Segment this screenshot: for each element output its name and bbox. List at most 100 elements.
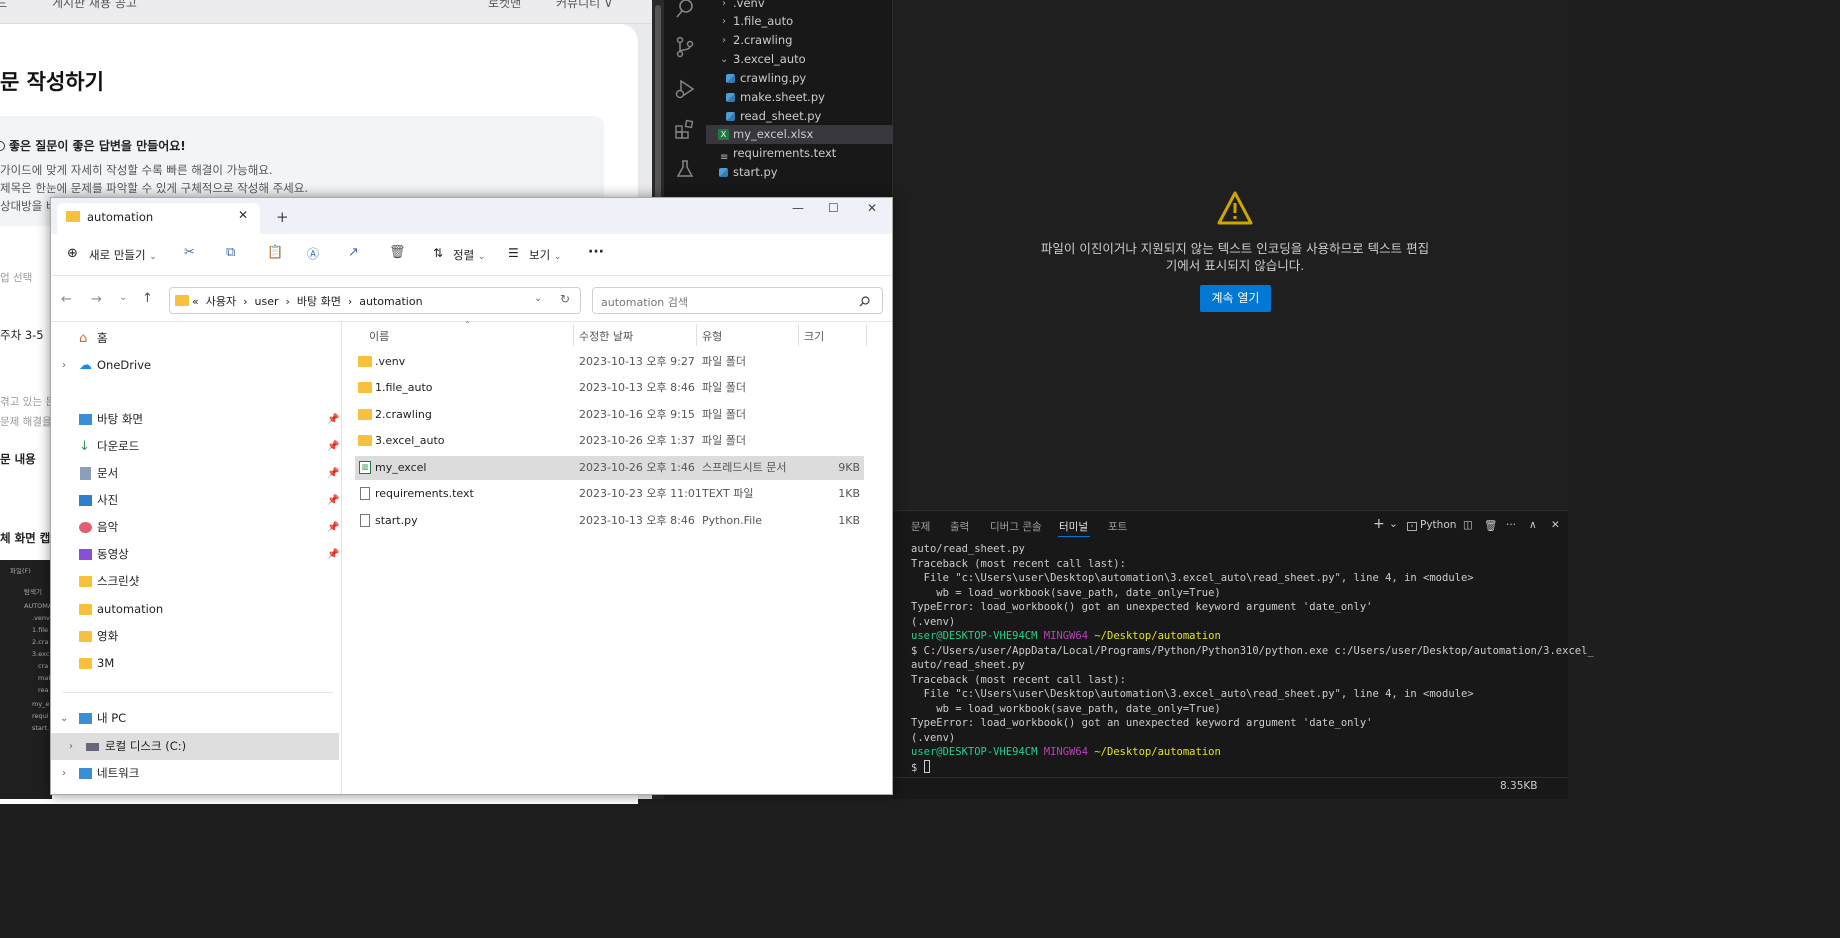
close-tab-icon[interactable]: ✕ [238,208,248,222]
run-debug-icon[interactable] [674,78,696,100]
tree-file-my-excel[interactable]: Xmy_excel.xlsx [706,125,893,144]
nav-item-3m[interactable]: 3M [51,650,339,677]
cut-icon[interactable]: ✂ [184,245,195,260]
rename-icon[interactable]: Ⓐ [307,245,319,262]
back-arrow-icon[interactable]: ← [61,292,72,307]
breadcrumb-overflow[interactable]: « [192,295,199,308]
column-separator[interactable] [866,324,867,346]
nav-item-home[interactable]: ⌂ 홈 [51,325,339,352]
pin-icon: 📌 [327,522,340,533]
download-icon: ↓ [79,439,90,454]
up-arrow-icon[interactable]: ↑ [142,291,153,306]
search-icon[interactable] [859,296,870,307]
file-row[interactable]: .venv 2023-10-13 오후 9:27 파일 폴더 [355,350,864,374]
tree-file-requirements[interactable]: ≡ requirements.text [706,144,893,163]
breadcrumb-item[interactable]: 바탕 화면 [297,295,341,308]
tree-file-make-sheet-py[interactable]: make.sheet.py [706,88,893,107]
nav-item-music[interactable]: 음악 📌 [51,514,339,541]
panel-tab-ports[interactable]: 포트 [1108,519,1127,534]
file-size-indicator: 8.35KB [1500,780,1538,792]
tree-folder-crawling[interactable]: › 2.crawling [706,31,893,50]
recent-chevron-icon[interactable]: ⌄ [119,292,127,303]
search-box[interactable]: automation 검색 [592,287,883,314]
close-panel-icon[interactable]: ✕ [1551,519,1560,531]
file-row[interactable]: 3.excel_auto 2023-10-26 오후 1:37 파일 폴더 [355,429,864,453]
column-separator[interactable] [573,324,574,346]
refresh-icon[interactable]: ↻ [560,292,570,306]
tree-file-crawling-py[interactable]: crawling.py [706,69,893,88]
sort-button[interactable]: 정렬 ⌄ [453,247,485,263]
more-options-icon[interactable]: ··· [588,244,604,260]
tree-folder-file-auto[interactable]: › 1.file_auto [706,12,893,31]
paste-icon[interactable]: 📋 [267,245,283,260]
nav-item-movies[interactable]: 영화 [51,623,339,650]
panel-tab-output[interactable]: 출력 [950,519,969,534]
column-separator[interactable] [696,324,697,346]
breadcrumb-item[interactable]: 사용자 [206,295,236,308]
site-nav-item[interactable]: 커뮤니티 ∨ [556,0,613,11]
new-tab-plus-icon[interactable]: + [276,208,289,226]
maximize-icon[interactable]: ☐ [828,201,839,215]
file-row[interactable]: 1.file_auto 2023-10-13 오후 8:46 파일 폴더 [355,376,864,400]
nav-item-local-disk[interactable]: › 로컬 디스크 (C:) [51,733,339,760]
maximize-panel-icon[interactable]: ∧ [1529,519,1537,531]
search-icon[interactable] [674,0,696,22]
site-nav-item[interactable]: 드 [0,0,7,11]
new-button[interactable]: 새로 만들기 ⌄ [89,247,157,263]
nav-item-documents[interactable]: 문서 📌 [51,460,339,487]
view-button[interactable]: 보기 ⌄ [529,247,561,263]
breadcrumb-item[interactable]: automation [359,295,422,308]
nav-item-network[interactable]: › 네트워크 [51,760,339,787]
testing-flask-icon[interactable] [674,158,696,180]
explorer-tab[interactable]: automation ✕ [57,203,260,234]
nav-item-screenshots[interactable]: 스크린샷 [51,568,339,595]
forward-arrow-icon[interactable]: → [91,292,102,307]
site-nav-item[interactable]: 게시판 채용 공고 [52,0,137,11]
source-control-icon[interactable] [674,36,696,58]
pane-divider[interactable] [341,322,342,794]
nav-item-pictures[interactable]: 사진 📌 [51,487,339,514]
file-row[interactable]: 2.crawling 2023-10-16 오후 9:15 파일 폴더 [355,403,864,427]
tree-file-start-py[interactable]: start.py [706,163,893,182]
tree-file-read-sheet-py[interactable]: read_sheet.py [706,107,893,126]
file-row[interactable]: requirements.text 2023-10-23 오후 11:01 TE… [355,482,864,506]
split-terminal-icon[interactable]: ◫ [1463,519,1473,531]
address-bar[interactable]: « 사용자 › user › 바탕 화면 › automation ⌄ ↻ [169,287,581,314]
warning-icon [1217,191,1253,225]
picture-icon [79,495,92,506]
close-window-icon[interactable]: ✕ [867,201,877,215]
file-row-selected[interactable]: ▥ my_excel 2023-10-26 오후 1:46 스프레드시트 문서 … [355,456,864,480]
panel-tab-problems[interactable]: 문제 [911,519,930,534]
column-header-name[interactable]: 이름 [369,328,389,344]
column-separator[interactable] [798,324,799,346]
terminal-input[interactable]: $ [911,760,930,776]
terminal-shell-selector[interactable]: › Python [1407,519,1456,531]
column-header-type[interactable]: 유형 [702,328,722,344]
column-header-size[interactable]: 크기 [804,328,824,344]
chevron-down-icon[interactable]: ⌄ [1389,518,1398,530]
tree-folder-excel-auto[interactable]: ⌄ 3.excel_auto [706,50,893,69]
nav-item-this-pc[interactable]: ⌄ 내 PC [51,705,339,732]
panel-tab-terminal[interactable]: 터미널 [1059,519,1088,534]
nav-item-desktop[interactable]: 바탕 화면 📌 [51,406,339,433]
site-nav-item[interactable]: 로켓맨 [488,0,521,11]
address-dropdown-icon[interactable]: ⌄ [534,293,542,304]
nav-item-automation[interactable]: automation [51,596,339,623]
panel-tab-debug-console[interactable]: 디버그 콘솔 [990,519,1042,534]
trash-icon[interactable]: 🗑 [1484,519,1497,532]
copy-icon[interactable]: ⧉ [226,245,235,260]
category-select[interactable]: 업 선택 [0,270,32,285]
delete-icon[interactable]: 🗑 [389,245,406,260]
share-icon[interactable]: ↗ [348,245,359,260]
file-row[interactable]: start.py 2023-10-13 오후 8:46 Python.File … [355,509,864,533]
nav-item-videos[interactable]: 동영상 📌 [51,541,339,568]
minimize-icon[interactable]: — [792,201,804,215]
nav-item-onedrive[interactable]: › ☁ OneDrive [51,352,339,379]
column-header-modified[interactable]: 수정한 날짜 [579,328,633,344]
extensions-icon[interactable] [674,118,696,140]
new-terminal-plus-icon[interactable]: + [1373,516,1385,532]
nav-item-downloads[interactable]: ↓ 다운로드 📌 [51,433,339,460]
open-anyway-button[interactable]: 계속 열기 [1200,285,1271,312]
breadcrumb-item[interactable]: user [255,295,279,308]
more-actions-icon[interactable]: ··· [1506,519,1516,531]
